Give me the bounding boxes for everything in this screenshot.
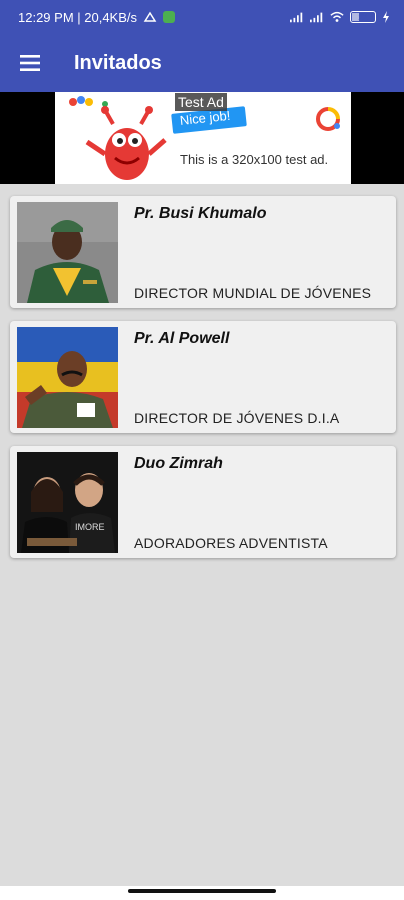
charging-icon	[383, 11, 389, 23]
guest-role: DIRECTOR MUNDIAL DE JÓVENES	[134, 285, 372, 301]
guest-card[interactable]: IMORE Duo Zimrah ADORADORES ADVENTISTA	[10, 446, 396, 558]
guest-photo	[17, 327, 118, 428]
system-nav-bar	[0, 886, 404, 900]
page-title: Invitados	[74, 51, 162, 74]
gesture-handle[interactable]	[128, 889, 276, 893]
guest-role: DIRECTOR DE JÓVENES D.I.A	[134, 410, 340, 426]
menu-button[interactable]	[0, 34, 60, 92]
status-time: 12:29 PM | 20,4KB/s	[18, 9, 137, 25]
guest-role: ADORADORES ADVENTISTA	[134, 535, 328, 551]
guest-list: Pr. Busi Khumalo DIRECTOR MUNDIAL DE JÓV…	[10, 196, 396, 571]
notification-app-icon	[163, 11, 175, 23]
battery-level: 22	[358, 12, 368, 22]
guest-card[interactable]: Pr. Al Powell DIRECTOR DE JÓVENES D.I.A	[10, 321, 396, 433]
guest-name: Pr. Busi Khumalo	[134, 205, 267, 222]
hamburger-menu-icon	[20, 55, 40, 71]
app-bar: Invitados	[0, 34, 404, 92]
signal-icon	[290, 12, 303, 23]
status-right: 22	[290, 11, 390, 23]
status-bar: 12:29 PM | 20,4KB/s 22	[0, 0, 404, 34]
guest-name: Duo Zimrah	[134, 455, 223, 472]
battery-icon: 22	[350, 11, 376, 23]
svg-text:IMORE: IMORE	[75, 522, 105, 532]
ad-mascot-image	[69, 96, 167, 180]
wifi-icon	[330, 11, 344, 22]
guest-card[interactable]: Pr. Busi Khumalo DIRECTOR MUNDIAL DE JÓV…	[10, 196, 396, 308]
guest-name: Pr. Al Powell	[134, 330, 230, 347]
status-left: 12:29 PM | 20,4KB/s	[18, 10, 175, 25]
signal-icon-2	[310, 12, 323, 23]
data-saver-icon	[143, 11, 157, 22]
ad-text: This is a 320x100 test ad.	[180, 152, 329, 167]
test-ad-label: Test Ad	[175, 93, 227, 111]
admob-logo-icon	[316, 107, 340, 131]
guest-photo	[17, 202, 118, 303]
guest-photo: IMORE	[17, 452, 118, 553]
